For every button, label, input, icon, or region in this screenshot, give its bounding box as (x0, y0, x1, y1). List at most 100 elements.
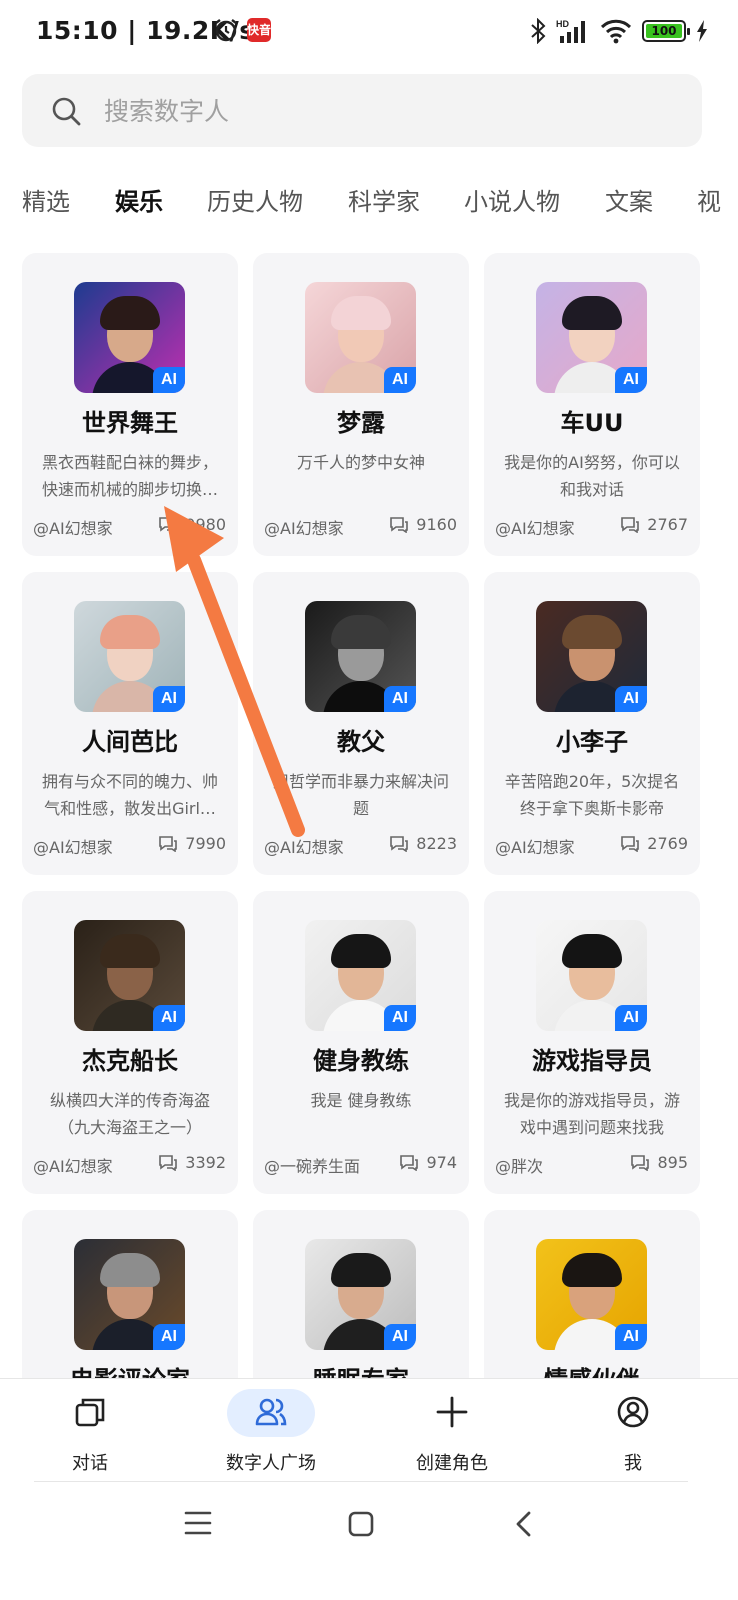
tab-novel-characters[interactable]: 小说人物 (464, 182, 560, 217)
ai-badge: AI (153, 1324, 185, 1350)
character-card[interactable]: AI 电影评论家 (22, 1210, 238, 1378)
bluetooth-icon (531, 18, 546, 44)
character-author: @AI幻想家 (495, 519, 575, 538)
character-author: @AI幻想家 (33, 519, 113, 538)
avatar: AI (305, 282, 416, 393)
chat-bubble-icon (159, 1154, 178, 1171)
character-grid: AI 世界舞王 黑衣西鞋配白袜的舞步，快速而机械的脚步切换… @AI幻想家 99… (22, 253, 702, 1378)
character-description: 黑衣西鞋配白袜的舞步，快速而机械的脚步切换… (41, 453, 218, 499)
avatar: AI (74, 282, 185, 393)
chat-count: 8223 (390, 834, 457, 853)
character-name: 游戏指导员 (532, 1047, 652, 1075)
chat-count: 2767 (621, 515, 688, 534)
chat-bubble-icon (621, 516, 640, 533)
character-card[interactable]: AI 教父 用哲学而非暴力来解决问题 @AI幻想家 8223 (253, 572, 469, 875)
tab-historical-figures[interactable]: 历史人物 (207, 182, 303, 217)
character-author: @一碗养生面 (264, 1157, 361, 1176)
alarm-icon (215, 19, 237, 42)
back-icon[interactable] (514, 1510, 534, 1538)
character-author: @胖次 (495, 1157, 544, 1176)
nav-create[interactable]: 创建角色 (377, 1379, 527, 1481)
avatar: AI (536, 920, 647, 1031)
character-name: 情感伙伴 (484, 1360, 700, 1378)
tab-copywriting[interactable]: 文案 (605, 182, 653, 217)
nav-me[interactable]: 我 (558, 1379, 708, 1481)
chat-count: 974 (400, 1153, 457, 1172)
character-card[interactable]: AI 世界舞王 黑衣西鞋配白袜的舞步，快速而机械的脚步切换… @AI幻想家 99… (22, 253, 238, 556)
app-notification-icon: 快音 (247, 18, 271, 42)
wifi-icon (600, 19, 632, 44)
status-indicators: HD 100 (530, 16, 708, 46)
chat-bubble-icon (390, 516, 409, 533)
ai-badge: AI (384, 1005, 416, 1031)
chat-bubble-icon (390, 835, 409, 852)
battery-level: 100 (646, 24, 682, 38)
chat-bubble-icon (159, 835, 178, 852)
nav-label: 创建角色 (416, 1453, 488, 1474)
character-name: 小李子 (556, 728, 628, 756)
chat-bubble-icon (400, 1154, 419, 1171)
character-description: 用哲学而非暴力来解决问题 (272, 772, 449, 818)
charging-icon (697, 20, 707, 42)
character-description: 拥有与众不同的魄力、帅气和性感，散发出Girl… (41, 772, 218, 818)
chat-bubble-icon (631, 1154, 650, 1171)
avatar: AI (305, 920, 416, 1031)
character-card[interactable]: AI 游戏指导员 我是你的游戏指导员，游戏中遇到问题来找我 @胖次 895 (484, 891, 700, 1194)
character-description: 我是 健身教练 (310, 1091, 412, 1110)
character-description: 万千人的梦中女神 (296, 453, 425, 472)
tab-scientists[interactable]: 科学家 (348, 182, 420, 217)
status-bar: 15:10 | 19.2K/s 快音 HD 100 (0, 0, 738, 66)
character-card[interactable]: AI 健身教练 我是 健身教练 @一碗养生面 974 (253, 891, 469, 1194)
character-name: 人间芭比 (82, 728, 178, 756)
character-card[interactable]: AI 梦露 万千人的梦中女神 @AI幻想家 9160 (253, 253, 469, 556)
search-bar[interactable] (22, 74, 702, 147)
character-author: @AI幻想家 (264, 838, 344, 857)
ai-badge: AI (615, 1005, 647, 1031)
character-card[interactable]: AI 车UU 我是你的AI努努，你可以和我对话 @AI幻想家 2767 (484, 253, 700, 556)
character-name: 梦露 (337, 409, 385, 437)
chat-count: 7990 (159, 834, 226, 853)
nav-plaza[interactable]: 数字人广场 (196, 1379, 346, 1481)
character-card[interactable]: AI 情感伙伴 (484, 1210, 700, 1378)
character-author: @AI幻想家 (495, 838, 575, 857)
character-name: 电影评论家 (22, 1360, 238, 1378)
avatar: AI (305, 1239, 416, 1350)
character-name: 车UU (560, 409, 624, 437)
plus-icon (436, 1396, 468, 1428)
character-author: @AI幻想家 (33, 838, 113, 857)
character-description: 我是你的游戏指导员，游戏中遇到问题来找我 (503, 1091, 680, 1137)
tab-entertainment[interactable]: 娱乐 (115, 182, 163, 217)
chat-count: 9980 (159, 515, 226, 534)
menu-icon[interactable] (183, 1510, 213, 1536)
character-card[interactable]: AI 人间芭比 拥有与众不同的魄力、帅气和性感，散发出Girl… @AI幻想家 … (22, 572, 238, 875)
avatar: AI (74, 920, 185, 1031)
chat-count: 3392 (159, 1153, 226, 1172)
people-icon (255, 1398, 287, 1426)
nav-chat[interactable]: 对话 (15, 1379, 165, 1481)
avatar: AI (536, 601, 647, 712)
character-name: 杰克船长 (82, 1047, 178, 1075)
chat-count: 2769 (621, 834, 688, 853)
avatar: AI (74, 601, 185, 712)
nav-label: 对话 (72, 1453, 108, 1474)
profile-icon (617, 1396, 649, 1428)
avatar: AI (536, 1239, 647, 1350)
character-description: 纵横四大洋的传奇海盗（九大海盗王之一） (49, 1091, 210, 1137)
character-card[interactable]: AI 小李子 辛苦陪跑20年，5次提名终于拿下奥斯卡影帝 @AI幻想家 2769 (484, 572, 700, 875)
search-input[interactable] (102, 88, 666, 134)
character-card[interactable]: AI 睡眠专家 (253, 1210, 469, 1378)
character-card[interactable]: AI 杰克船长 纵横四大洋的传奇海盗（九大海盗王之一） @AI幻想家 3392 (22, 891, 238, 1194)
search-icon (52, 97, 81, 126)
character-description: 我是你的AI努努，你可以和我对话 (504, 453, 680, 499)
bottom-nav: 对话 数字人广场 创建角色 我 (0, 1378, 738, 1481)
ai-badge: AI (384, 1324, 416, 1350)
tab-featured[interactable]: 精选 (22, 182, 70, 217)
ai-badge: AI (615, 686, 647, 712)
avatar: AI (536, 282, 647, 393)
chat-count: 895 (631, 1153, 688, 1172)
home-icon[interactable] (347, 1510, 375, 1538)
character-author: @AI幻想家 (33, 1157, 113, 1176)
svg-text:HD: HD (556, 19, 569, 29)
tab-more[interactable]: 视 (697, 182, 721, 217)
chat-count: 9160 (390, 515, 457, 534)
